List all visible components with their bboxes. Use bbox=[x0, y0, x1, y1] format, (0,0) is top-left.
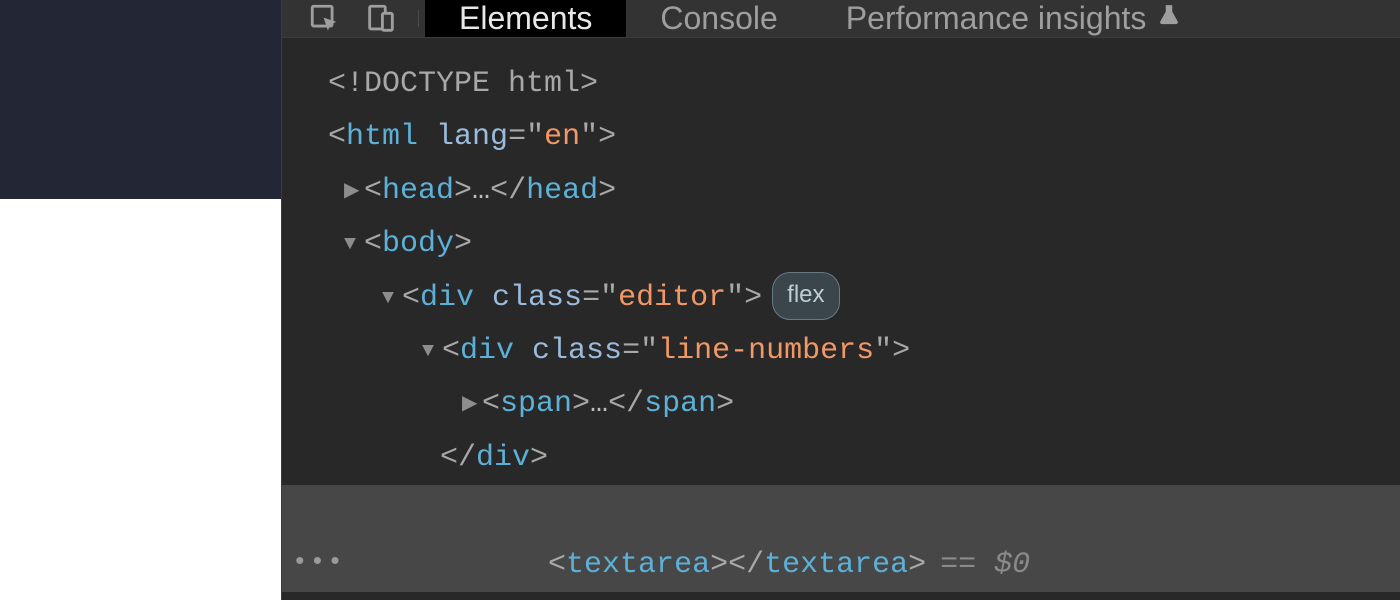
dom-body-open[interactable]: ▼<body> bbox=[282, 218, 1400, 271]
page-preview-bottom bbox=[0, 199, 281, 600]
collapse-arrow-icon[interactable]: ▼ bbox=[344, 227, 366, 263]
toolbar-separator bbox=[418, 10, 419, 27]
inspect-icon[interactable] bbox=[308, 2, 342, 36]
dom-div-editor-close[interactable]: </div> bbox=[282, 592, 1400, 600]
beaker-icon bbox=[1156, 0, 1182, 37]
toolbar-icon-group bbox=[282, 0, 418, 37]
expand-arrow-icon[interactable]: ▶ bbox=[344, 174, 366, 210]
tab-console-label: Console bbox=[660, 0, 777, 37]
doctype-text: <!DOCTYPE html> bbox=[328, 67, 598, 101]
device-toggle-icon[interactable] bbox=[364, 2, 398, 36]
selected-node-marker: == $0 bbox=[940, 548, 1030, 582]
tab-console[interactable]: Console bbox=[626, 0, 811, 37]
flex-badge[interactable]: flex bbox=[772, 272, 839, 321]
page-preview-top bbox=[0, 0, 281, 199]
page-preview-strip bbox=[0, 0, 281, 600]
gutter-more-icon[interactable]: ••• bbox=[292, 539, 345, 585]
dom-html-open[interactable]: <html lang="en"> bbox=[282, 111, 1400, 164]
dom-div-linenumbers[interactable]: ▼<div class="line-numbers"> bbox=[282, 325, 1400, 378]
collapse-arrow-icon[interactable]: ▼ bbox=[382, 281, 404, 317]
collapse-arrow-icon[interactable]: ▼ bbox=[422, 334, 444, 370]
tab-elements-label: Elements bbox=[459, 0, 592, 37]
tab-elements[interactable]: Elements bbox=[425, 0, 626, 37]
tab-perf-label: Performance insights bbox=[846, 0, 1147, 37]
dom-div-linenumbers-close[interactable]: </div> bbox=[282, 432, 1400, 485]
dom-head[interactable]: ▶<head>…</head> bbox=[282, 165, 1400, 218]
dom-doctype[interactable]: <!DOCTYPE html> bbox=[282, 58, 1400, 111]
devtools-panel: Elements Console Performance insights <!… bbox=[281, 0, 1400, 600]
expand-arrow-icon[interactable]: ▶ bbox=[462, 387, 484, 423]
dom-textarea-selected[interactable]: •••<textarea></textarea>== $0 bbox=[282, 485, 1400, 592]
devtools-tabs: Elements Console Performance insights bbox=[425, 0, 1216, 37]
devtools-toolbar: Elements Console Performance insights bbox=[282, 0, 1400, 38]
elements-dom-tree[interactable]: <!DOCTYPE html> <html lang="en"> ▶<head>… bbox=[282, 38, 1400, 600]
dom-div-editor[interactable]: ▼<div class="editor">flex bbox=[282, 272, 1400, 325]
tab-performance-insights[interactable]: Performance insights bbox=[812, 0, 1217, 37]
dom-span[interactable]: ▶<span>…</span> bbox=[282, 378, 1400, 431]
